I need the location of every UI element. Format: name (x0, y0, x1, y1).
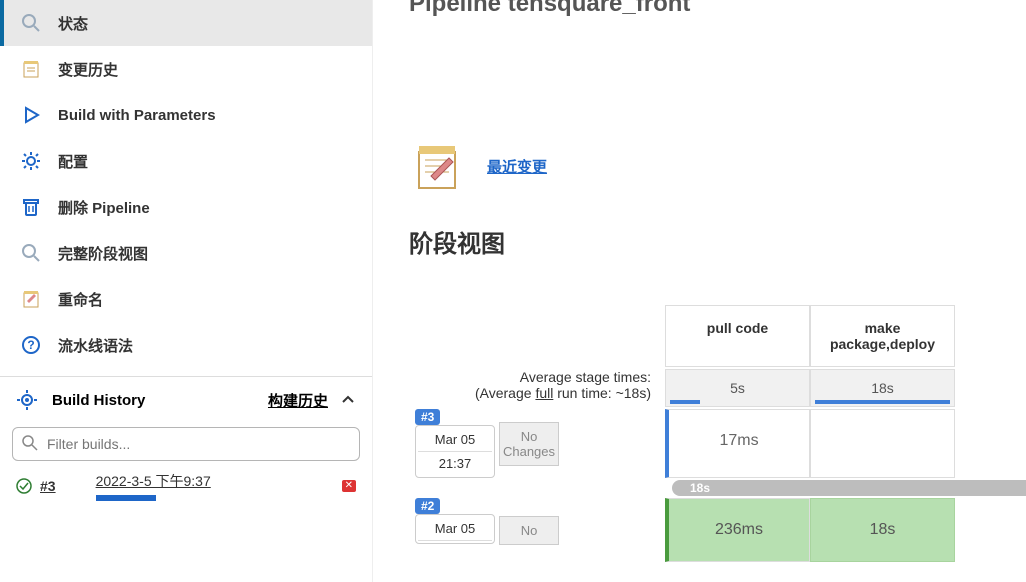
avg-full-label: (Average full run time: ~18s) (475, 385, 651, 401)
delete-icon[interactable]: ✕ (342, 480, 356, 492)
build-number-link[interactable]: #3 (40, 478, 56, 494)
play-icon (20, 104, 42, 126)
run-info: Mar 05 (415, 514, 495, 544)
nav-label: 状态 (58, 13, 88, 34)
nav-configure[interactable]: 配置 (0, 138, 372, 184)
edit-icon (20, 288, 42, 310)
run-info: Mar 05 21:37 (415, 425, 495, 478)
run-time: 21:37 (418, 452, 492, 475)
run-date: Mar 05 (418, 428, 492, 452)
stage-table: pull code make package,deploy Average st… (409, 305, 1026, 562)
nav-label: 变更历史 (58, 59, 118, 80)
build-row[interactable]: #3 2022-3-5 下午9:37 ✕ (0, 465, 372, 507)
nav-label: 完整阶段视图 (58, 243, 148, 264)
build-history-link[interactable]: 构建历史 (268, 390, 328, 411)
no-changes-badge: No (499, 516, 559, 545)
nav-rename[interactable]: 重命名 (0, 276, 372, 322)
stage-column-header: make package,deploy (810, 305, 955, 367)
chevron-up-icon[interactable] (340, 392, 356, 408)
nav-changes[interactable]: 变更历史 (0, 46, 372, 92)
run-badge[interactable]: #2 (415, 498, 440, 514)
notepad-large-icon (409, 138, 465, 194)
page-title: Pipeline tensquare_front (409, 0, 1026, 18)
nav-status[interactable]: 状态 (0, 0, 372, 46)
nav-label: 重命名 (58, 289, 103, 310)
help-icon: ? (20, 334, 42, 356)
success-icon (16, 478, 32, 494)
no-changes-badge: No Changes (499, 422, 559, 466)
search-icon (20, 12, 42, 34)
search-icon (20, 242, 42, 264)
build-date[interactable]: 2022-3-5 下午9:37 (96, 471, 211, 491)
filter-builds-input[interactable] (12, 427, 360, 461)
nav-label: 配置 (58, 151, 88, 172)
stage-avg-cell: 5s (665, 369, 810, 407)
nav-build-params[interactable]: Build with Parameters (0, 92, 372, 138)
nav-full-stage[interactable]: 完整阶段视图 (0, 230, 372, 276)
search-icon (22, 435, 38, 451)
avg-stage-label: Average stage times: (409, 369, 651, 385)
stage-view-title: 阶段视图 (409, 224, 1026, 259)
stage-cell[interactable] (810, 409, 955, 478)
nav-delete[interactable]: 删除 Pipeline (0, 184, 372, 230)
build-progress-bar (96, 495, 156, 501)
nav-label: 流水线语法 (58, 335, 133, 356)
stage-avg-cell: 18s (810, 369, 955, 407)
nav-syntax[interactable]: ? 流水线语法 (0, 322, 372, 368)
stage-cell[interactable]: 18s (810, 498, 955, 562)
trash-icon (20, 196, 42, 218)
build-history-title: Build History (52, 392, 145, 409)
target-icon (16, 389, 38, 411)
nav-label: 删除 Pipeline (58, 197, 150, 218)
notepad-icon (20, 58, 42, 80)
timeline-bar: 18s (672, 480, 1026, 496)
svg-text:?: ? (27, 338, 34, 352)
recent-changes-link[interactable]: 最近变更 (487, 156, 547, 177)
gear-icon (20, 150, 42, 172)
run-badge[interactable]: #3 (415, 409, 440, 425)
stage-cell[interactable]: 236ms (665, 498, 810, 562)
stage-cell[interactable]: 17ms (665, 409, 810, 478)
nav-label: Build with Parameters (58, 107, 216, 124)
run-date: Mar 05 (418, 517, 492, 541)
build-history-header: Build History 构建历史 (0, 376, 372, 423)
stage-column-header: pull code (665, 305, 810, 367)
